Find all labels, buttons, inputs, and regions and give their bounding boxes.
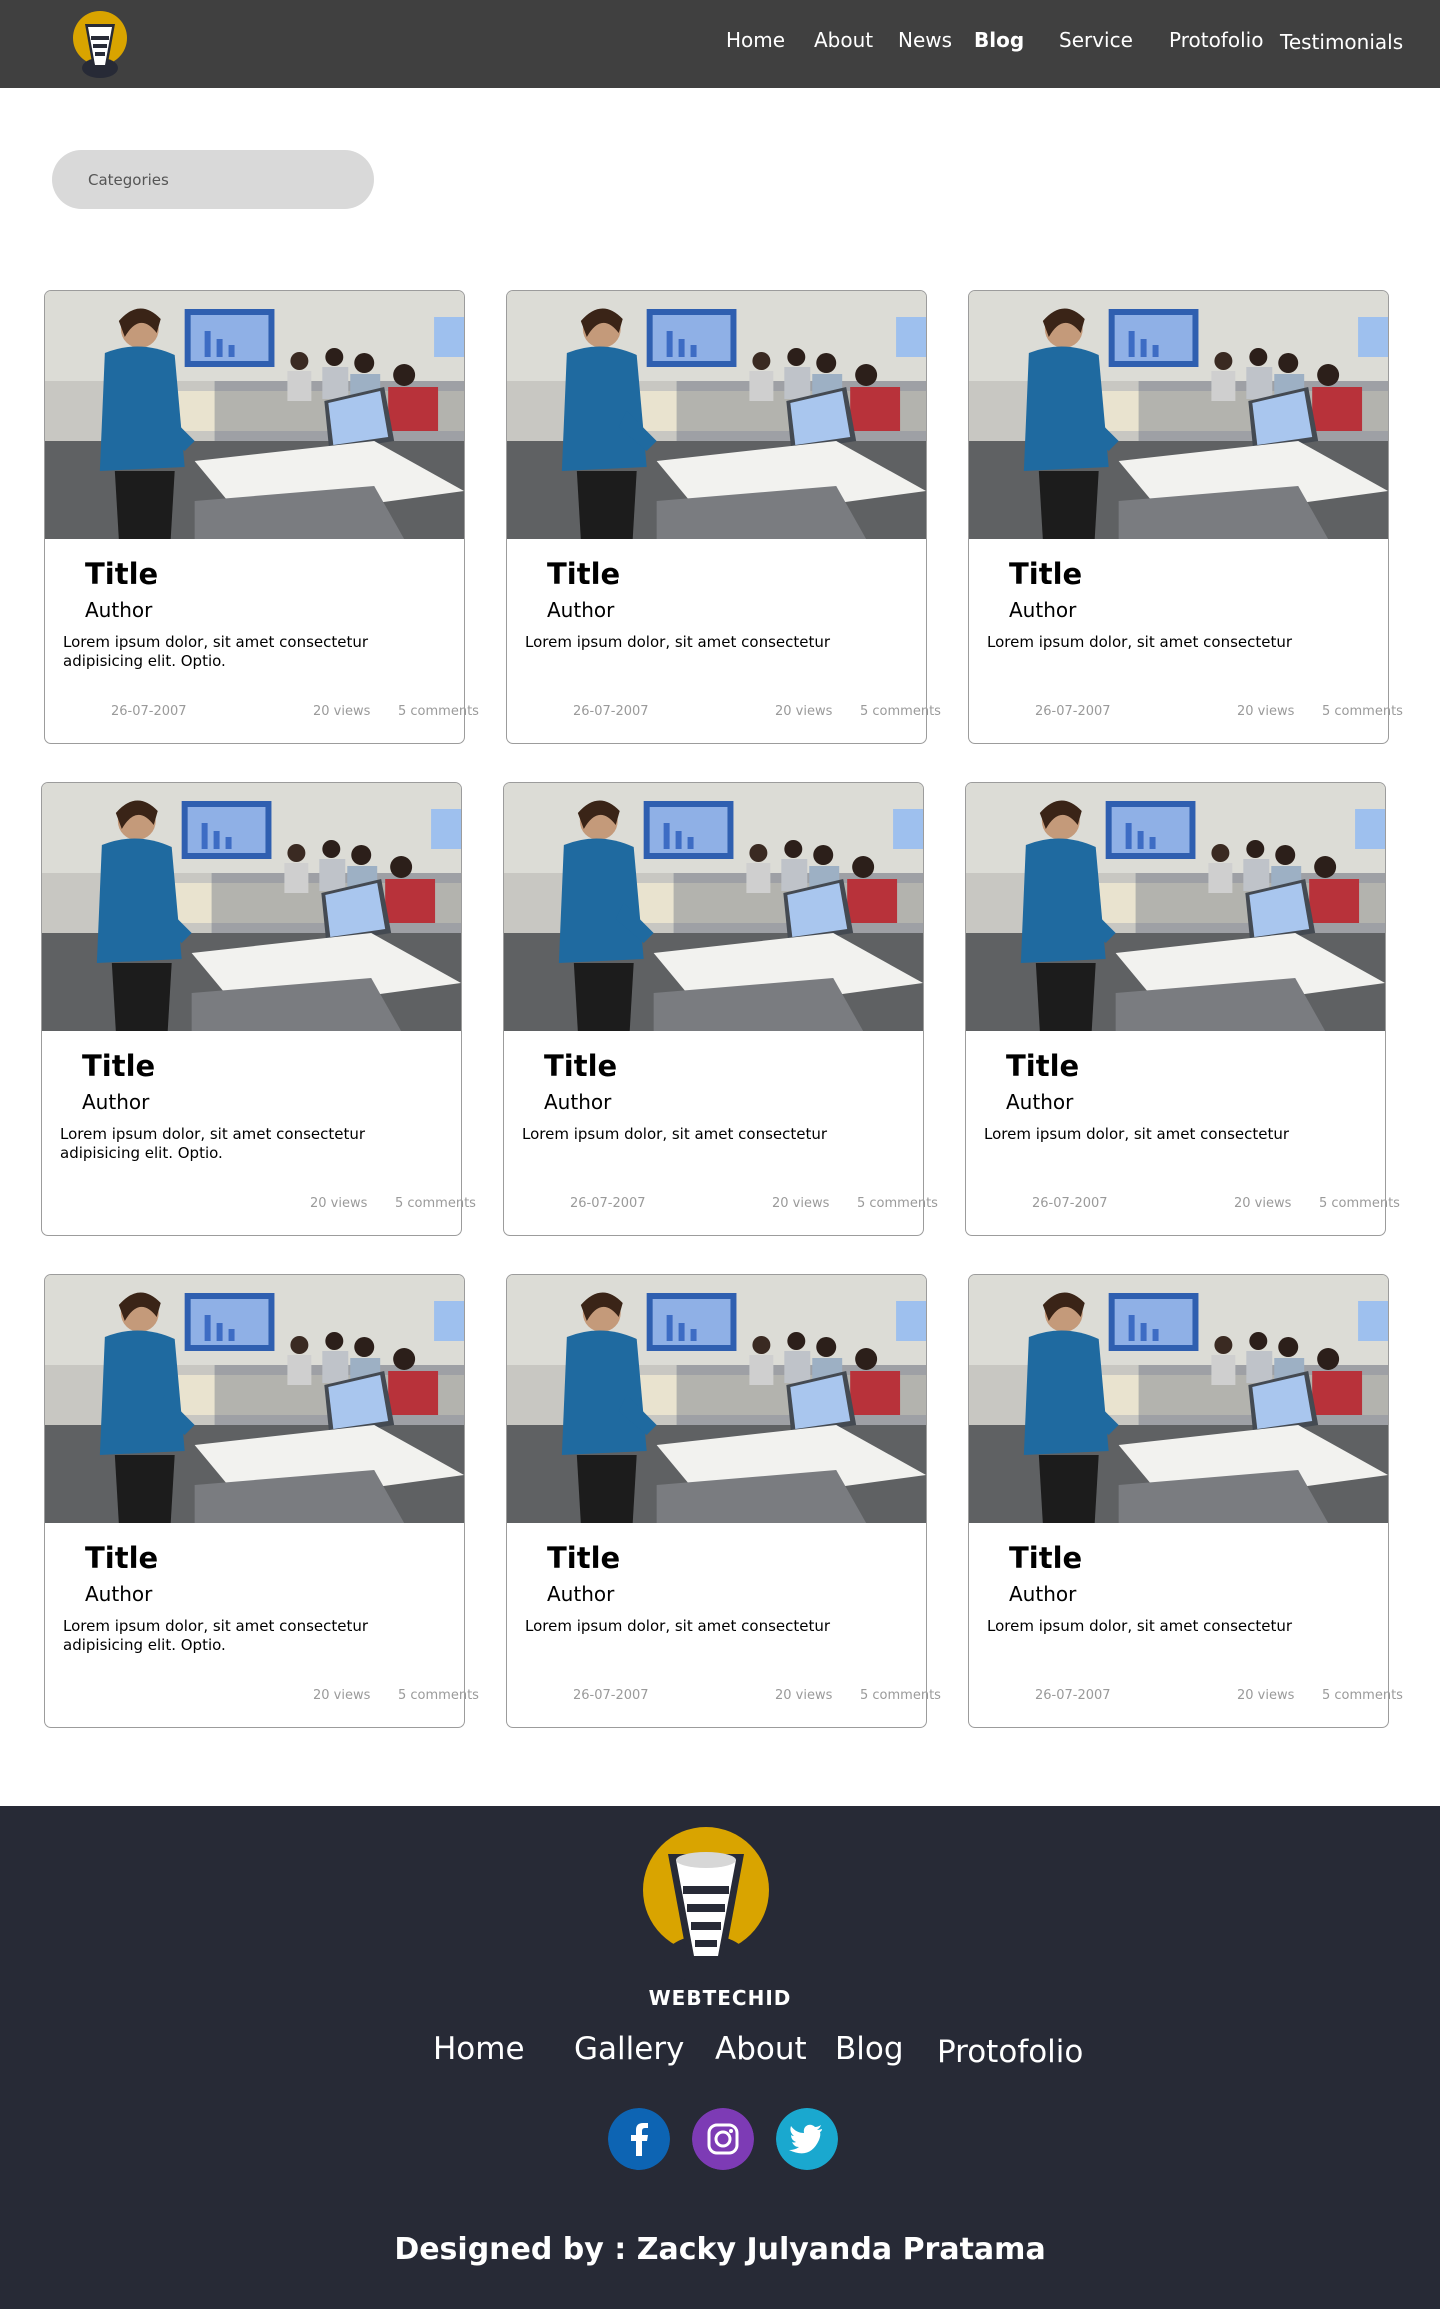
blog-card-date: 26-07-2007 xyxy=(570,1196,646,1211)
facebook-icon[interactable] xyxy=(608,2108,670,2170)
blog-card-excerpt: Lorem ipsum dolor, sit amet consectetur xyxy=(522,1125,828,1143)
blog-card-views: 20 views xyxy=(1234,1196,1292,1211)
blog-card-image[interactable] xyxy=(507,1275,926,1523)
blog-card-views: 20 views xyxy=(775,704,833,719)
blog-card[interactable]: Title Author Lorem ipsum dolor, sit amet c… xyxy=(41,782,476,1236)
nav-about[interactable]: About xyxy=(814,28,873,52)
footer-nav-gallery[interactable]: Gallery xyxy=(574,2031,684,2067)
blog-card-views: 20 views xyxy=(313,1688,371,1703)
blog-card-author: Author xyxy=(1009,598,1077,622)
blog-card-views: 20 views xyxy=(313,704,371,719)
blog-card[interactable]: Title Author Lorem ipsum dolor, sit amet c… xyxy=(506,1274,941,1728)
blog-card-excerpt: Lorem ipsum dolor, sit amet consectetur xyxy=(525,1617,831,1635)
blog-card-excerpt: Lorem ipsum dolor, sit amet consectetur … xyxy=(63,633,369,670)
blog-card-date: 26-07-2007 xyxy=(573,704,649,719)
blog-card-author: Author xyxy=(1006,1090,1074,1114)
categories-dropdown[interactable]: Categories xyxy=(52,150,374,209)
blog-card-comments: 5 comments xyxy=(1319,1196,1400,1211)
blog-card-excerpt: Lorem ipsum dolor, sit amet consectetur xyxy=(987,1617,1293,1635)
blog-card[interactable]: Title Author Lorem ipsum dolor, sit amet c… xyxy=(503,782,938,1236)
nav-service[interactable]: Service xyxy=(1059,28,1133,52)
blog-card-author: Author xyxy=(85,1582,153,1606)
blog-card-date: 26-07-2007 xyxy=(1035,1688,1111,1703)
blog-card-comments: 5 comments xyxy=(1322,1688,1403,1703)
blog-card-title[interactable]: Title xyxy=(85,1541,158,1575)
blog-card-title[interactable]: Title xyxy=(547,1541,620,1575)
blog-card-author: Author xyxy=(547,1582,615,1606)
footer-nav-blog[interactable]: Blog xyxy=(835,2031,904,2067)
nav-home[interactable]: Home xyxy=(726,28,785,52)
twitter-icon[interactable] xyxy=(776,2108,838,2170)
blog-card-excerpt: Lorem ipsum dolor, sit amet consectetur … xyxy=(60,1125,366,1162)
footer-brand: WEBTECHID xyxy=(648,1986,792,2010)
blog-card-date: 26-07-2007 xyxy=(1035,704,1111,719)
footer-logo-icon[interactable] xyxy=(638,1824,774,1994)
blog-card-title[interactable]: Title xyxy=(85,557,158,591)
blog-card[interactable]: Title Author Lorem ipsum dolor, sit amet c… xyxy=(968,1274,1403,1728)
blog-card-author: Author xyxy=(85,598,153,622)
blog-card-author: Author xyxy=(544,1090,612,1114)
footer-nav-home[interactable]: Home xyxy=(433,2031,525,2067)
blog-card[interactable]: Title Author Lorem ipsum dolor, sit amet c… xyxy=(968,290,1403,744)
blog-card-title[interactable]: Title xyxy=(547,557,620,591)
blog-card-views: 20 views xyxy=(310,1196,368,1211)
blog-card-title[interactable]: Title xyxy=(1009,1541,1082,1575)
blog-card-image[interactable] xyxy=(969,1275,1388,1523)
blog-card-views: 20 views xyxy=(775,1688,833,1703)
blog-card[interactable]: Title Author Lorem ipsum dolor, sit amet c… xyxy=(506,290,941,744)
blog-card-comments: 5 comments xyxy=(398,704,479,719)
blog-card-comments: 5 comments xyxy=(857,1196,938,1211)
footer-credit: Designed by : Zacky Julyanda Pratama xyxy=(394,2232,1046,2267)
footer: WEBTECHID Home Gallery About Blog Protof… xyxy=(0,1806,1440,2309)
blog-card-views: 20 views xyxy=(1237,1688,1295,1703)
blog-card-image[interactable] xyxy=(45,291,464,539)
blog-card-comments: 5 comments xyxy=(398,1688,479,1703)
blog-card-excerpt: Lorem ipsum dolor, sit amet consectetur xyxy=(987,633,1293,651)
top-navbar: Home About News Blog Service Protofolio … xyxy=(0,0,1440,88)
blog-card-excerpt: Lorem ipsum dolor, sit amet consectetur xyxy=(525,633,831,651)
footer-nav-protofolio[interactable]: Protofolio xyxy=(937,2034,1083,2070)
blog-card-views: 20 views xyxy=(1237,704,1295,719)
blog-card-title[interactable]: Title xyxy=(1009,557,1082,591)
blog-card-date: 26-07-2007 xyxy=(111,704,187,719)
blog-card-author: Author xyxy=(1009,1582,1077,1606)
blog-card[interactable]: Title Author Lorem ipsum dolor, sit amet c… xyxy=(44,290,479,744)
blog-card-comments: 5 comments xyxy=(395,1196,476,1211)
blog-card-date: 26-07-2007 xyxy=(573,1688,649,1703)
blog-card-comments: 5 comments xyxy=(860,704,941,719)
footer-nav-about[interactable]: About xyxy=(715,2031,807,2067)
nav-blog[interactable]: Blog xyxy=(974,28,1024,52)
nav-testimonials[interactable]: Testimonials xyxy=(1280,30,1403,54)
blog-card[interactable]: Title Author Lorem ipsum dolor, sit amet c… xyxy=(44,1274,479,1728)
blog-card-author: Author xyxy=(547,598,615,622)
blog-card-image[interactable] xyxy=(45,1275,464,1523)
blog-card[interactable]: Title Author Lorem ipsum dolor, sit amet c… xyxy=(965,782,1400,1236)
blog-card-date: 26-07-2007 xyxy=(1032,1196,1108,1211)
blog-card-author: Author xyxy=(82,1090,150,1114)
blog-card-image[interactable] xyxy=(507,291,926,539)
blog-card-image[interactable] xyxy=(969,291,1388,539)
logo-icon[interactable] xyxy=(72,10,128,78)
social-links xyxy=(0,2106,1440,2176)
blog-card-title[interactable]: Title xyxy=(82,1049,155,1083)
instagram-icon[interactable] xyxy=(692,2108,754,2170)
nav-news[interactable]: News xyxy=(898,28,952,52)
blog-card-excerpt: Lorem ipsum dolor, sit amet consectetur … xyxy=(63,1617,369,1654)
blog-card-comments: 5 comments xyxy=(860,1688,941,1703)
blog-card-title[interactable]: Title xyxy=(544,1049,617,1083)
blog-card-image[interactable] xyxy=(42,783,461,1031)
blog-card-excerpt: Lorem ipsum dolor, sit amet consectetur xyxy=(984,1125,1290,1143)
blog-card-title[interactable]: Title xyxy=(1006,1049,1079,1083)
blog-card-comments: 5 comments xyxy=(1322,704,1403,719)
blog-card-image[interactable] xyxy=(504,783,923,1031)
blog-card-views: 20 views xyxy=(772,1196,830,1211)
nav-protofolio[interactable]: Protofolio xyxy=(1169,28,1263,52)
blog-card-image[interactable] xyxy=(966,783,1385,1031)
